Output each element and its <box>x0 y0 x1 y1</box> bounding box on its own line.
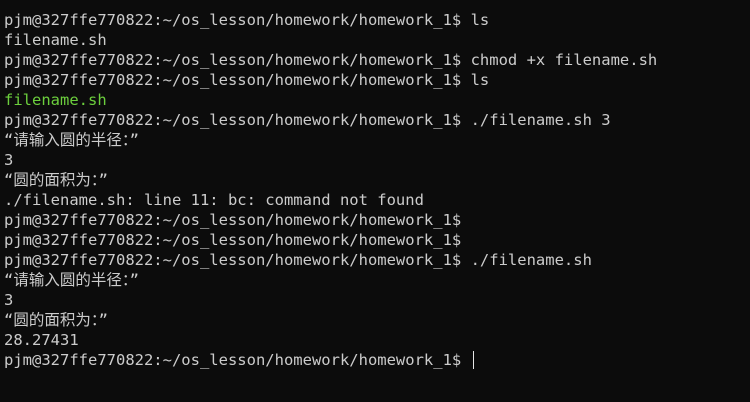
executable-filename: filename.sh <box>4 91 107 109</box>
terminal-line: filename.sh <box>4 30 750 50</box>
shell-prompt: pjm@327ffe770822:~/os_lesson/homework/ho… <box>4 251 462 269</box>
terminal-input-line[interactable]: pjm@327ffe770822:~/os_lesson/homework/ho… <box>4 350 750 370</box>
command-text <box>461 351 470 369</box>
command-text: chmod +x filename.sh <box>461 51 658 69</box>
command-text: ls <box>461 71 490 89</box>
output-text: 28.27431 <box>4 331 79 349</box>
terminal-line: pjm@327ffe770822:~/os_lesson/homework/ho… <box>4 110 750 130</box>
output-text: “圆的面积为：” <box>4 171 108 189</box>
terminal-line: ./filename.sh: line 11: bc: command not … <box>4 190 750 210</box>
shell-prompt: pjm@327ffe770822:~/os_lesson/homework/ho… <box>4 351 462 369</box>
shell-prompt: pjm@327ffe770822:~/os_lesson/homework/ho… <box>4 111 462 129</box>
terminal-line: pjm@327ffe770822:~/os_lesson/homework/ho… <box>4 70 750 90</box>
command-text: ./filename.sh <box>461 251 592 269</box>
output-text: “请输入圆的半径：” <box>4 131 139 149</box>
terminal-line: pjm@327ffe770822:~/os_lesson/homework/ho… <box>4 250 750 270</box>
output-text: filename.sh <box>4 31 107 49</box>
shell-prompt: pjm@327ffe770822:~/os_lesson/homework/ho… <box>4 231 462 249</box>
terminal-line: pjm@327ffe770822:~/os_lesson/homework/ho… <box>4 10 750 30</box>
terminal-line: “圆的面积为：” <box>4 310 750 330</box>
error-text: ./filename.sh: line 11: bc: command not … <box>4 191 424 209</box>
command-text: ls <box>461 11 490 29</box>
command-text: ./filename.sh 3 <box>461 111 611 129</box>
shell-prompt: pjm@327ffe770822:~/os_lesson/homework/ho… <box>4 51 462 69</box>
text-cursor <box>472 351 475 369</box>
shell-prompt: pjm@327ffe770822:~/os_lesson/homework/ho… <box>4 211 462 229</box>
shell-prompt: pjm@327ffe770822:~/os_lesson/homework/ho… <box>4 11 462 29</box>
terminal-line: pjm@327ffe770822:~/os_lesson/homework/ho… <box>4 210 750 230</box>
terminal-line: “请输入圆的半径：” <box>4 270 750 290</box>
output-text: 3 <box>4 291 14 309</box>
terminal-line: 3 <box>4 290 750 310</box>
terminal-line: “请输入圆的半径：” <box>4 130 750 150</box>
terminal-line: 3 <box>4 150 750 170</box>
terminal-window[interactable]: pjm@327ffe770822:~/os_lesson/homework/ho… <box>0 0 750 402</box>
terminal-line: pjm@327ffe770822:~/os_lesson/homework/ho… <box>4 50 750 70</box>
terminal-line: 28.27431 <box>4 330 750 350</box>
output-text: 3 <box>4 151 14 169</box>
terminal-line: filename.sh <box>4 90 750 110</box>
terminal-line: “圆的面积为：” <box>4 170 750 190</box>
terminal-line: pjm@327ffe770822:~/os_lesson/homework/ho… <box>4 230 750 250</box>
shell-prompt: pjm@327ffe770822:~/os_lesson/homework/ho… <box>4 71 462 89</box>
output-text: “圆的面积为：” <box>4 311 108 329</box>
output-text: “请输入圆的半径：” <box>4 271 139 289</box>
